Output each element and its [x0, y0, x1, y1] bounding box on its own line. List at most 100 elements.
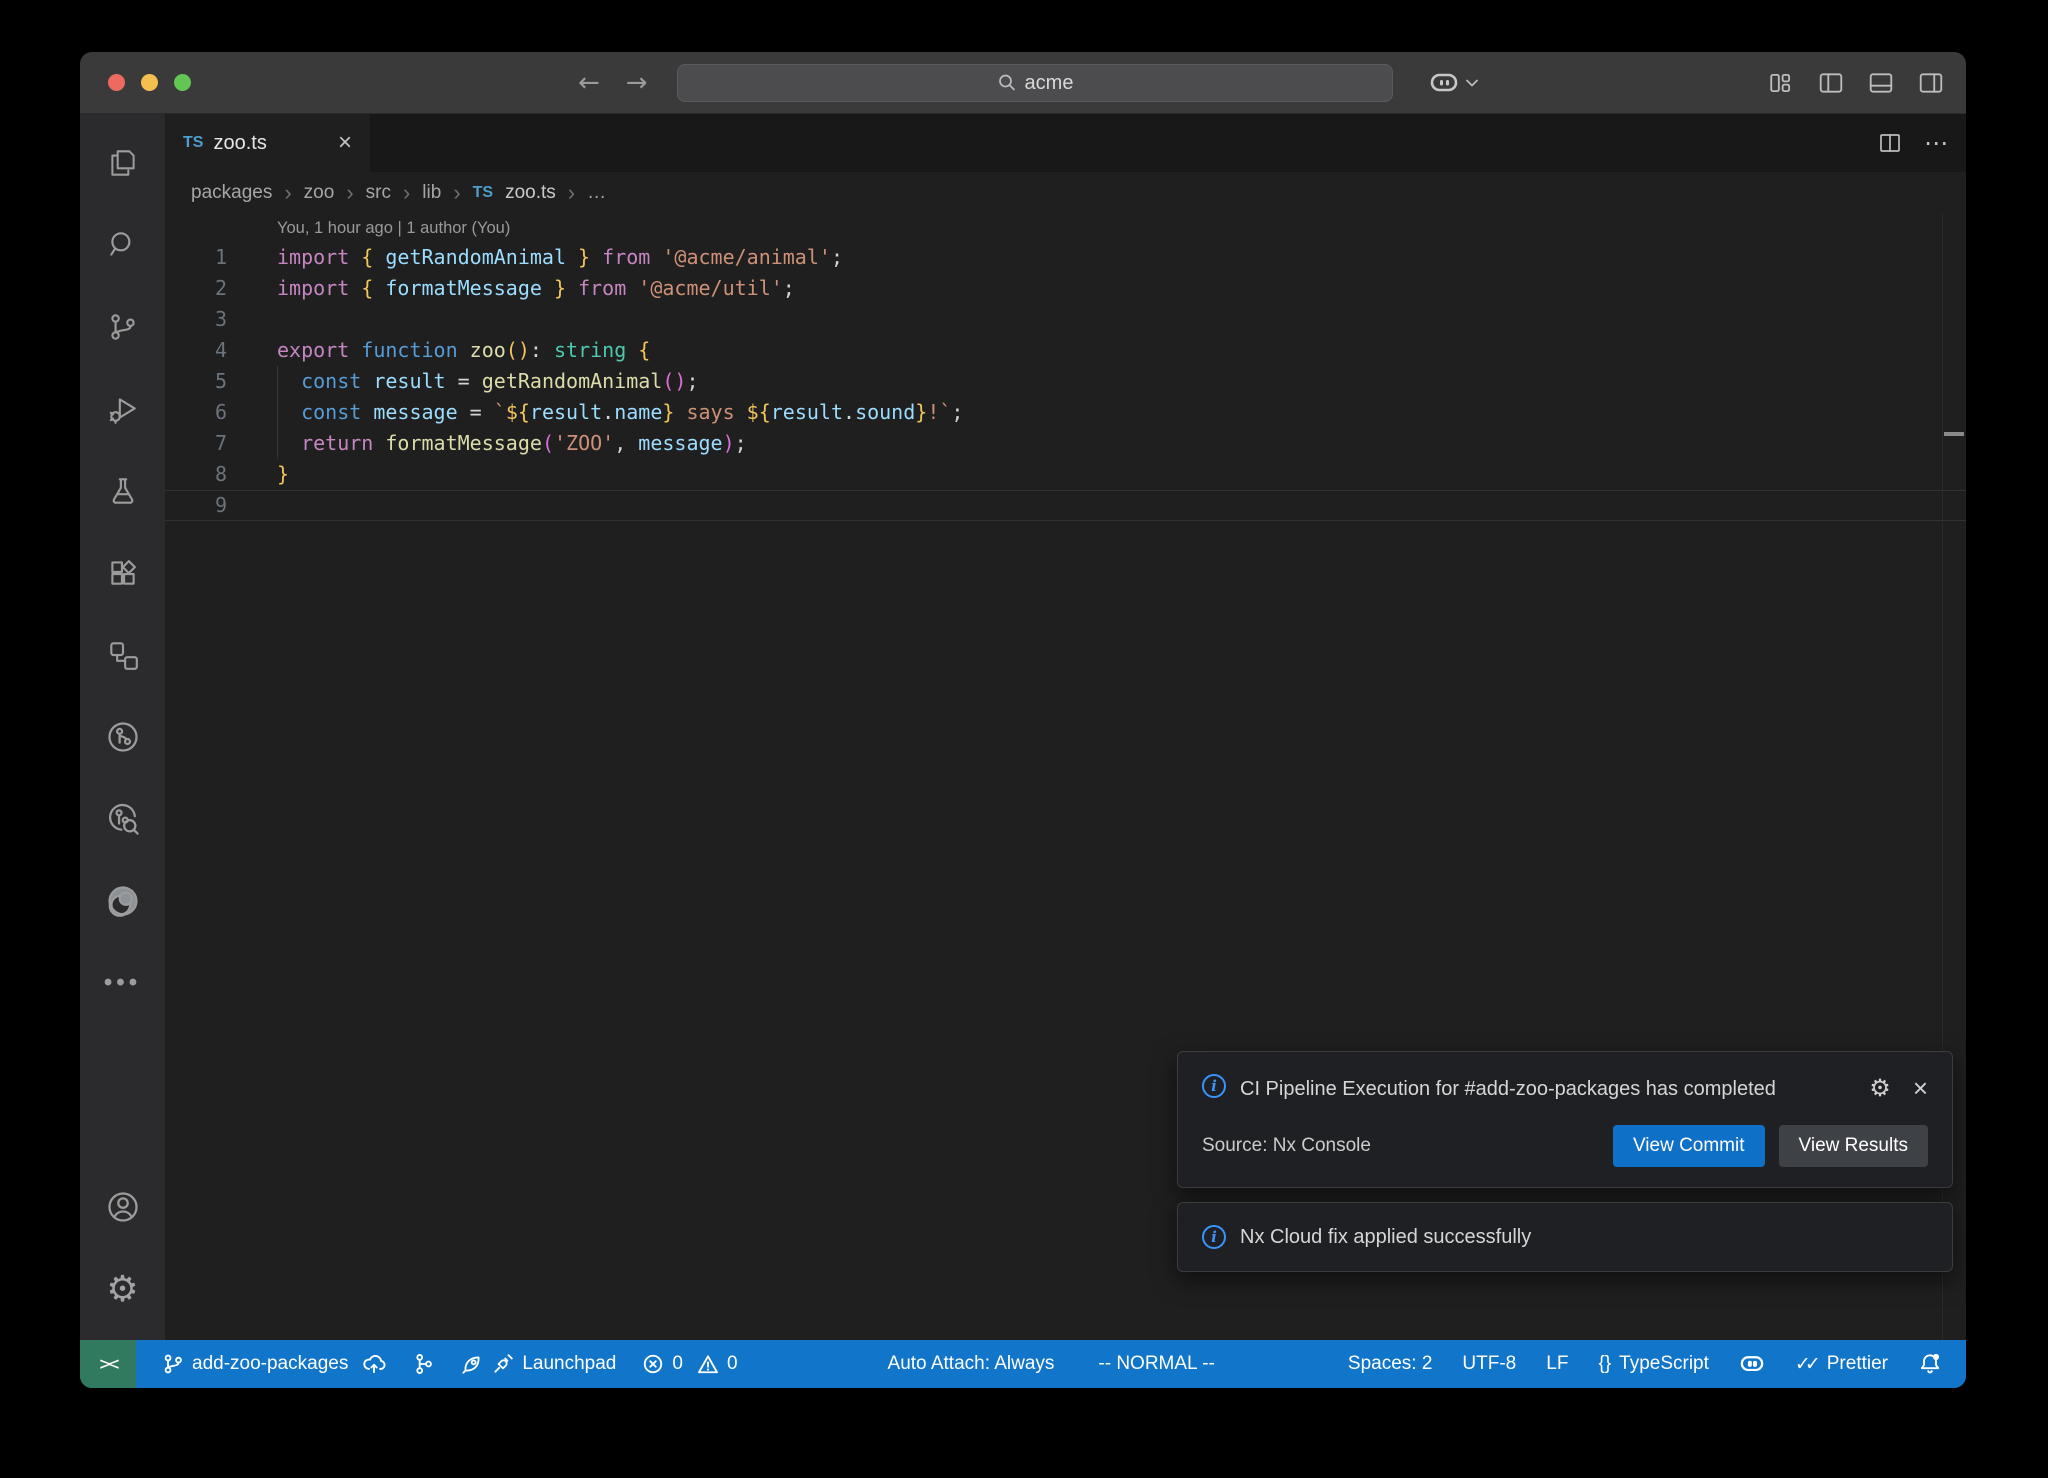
code-line[interactable]: 6 const message = `${result.name} says $… [165, 397, 1966, 428]
breadcrumb-item[interactable]: src [366, 182, 391, 204]
back-icon[interactable]: ← [578, 68, 600, 98]
code-line[interactable]: 5 const result = getRandomAnimal(); [165, 366, 1966, 397]
codelens-blame[interactable]: You, 1 hour ago | 1 author (You) [277, 214, 1966, 242]
sidebar-item-settings[interactable]: ⚙ [80, 1248, 165, 1330]
line-number: 6 [165, 397, 227, 428]
minimize-window-button[interactable] [141, 74, 158, 91]
sidebar-item-source-control[interactable] [80, 286, 165, 368]
sidebar-item-accounts[interactable] [80, 1166, 165, 1248]
sidebar-item-search[interactable] [80, 204, 165, 286]
line-number: 8 [165, 459, 227, 490]
breadcrumb-item[interactable]: packages [191, 182, 272, 204]
zoom-window-button[interactable] [174, 74, 191, 91]
editor-more-actions-icon[interactable]: ⋯ [1924, 129, 1948, 157]
formatter-label: Prettier [1827, 1353, 1888, 1375]
breadcrumb-item[interactable]: zoo [304, 182, 335, 204]
formatter-item[interactable]: ✓✓ Prettier [1795, 1353, 1888, 1375]
notification-stack: i CI Pipeline Execution for #add-zoo-pac… [1177, 1051, 1953, 1272]
warning-count: 0 [727, 1353, 738, 1375]
status-bar: >< add-zoo-packages [80, 1340, 1966, 1388]
vim-mode-item[interactable]: -- NORMAL -- [1098, 1353, 1214, 1375]
forward-icon[interactable]: → [626, 68, 648, 98]
activity-bar: ••• ⚙ [80, 114, 165, 1340]
code-line[interactable]: 9 [165, 490, 1966, 521]
notification-source: Source: Nx Console [1202, 1135, 1371, 1157]
notification-dot [1933, 1354, 1939, 1360]
sidebar-item-extensions[interactable] [80, 532, 165, 614]
pipeline-status-item[interactable] [412, 1353, 434, 1375]
breadcrumb-item[interactable]: lib [422, 182, 441, 204]
remote-indicator[interactable]: >< [80, 1340, 136, 1388]
double-check-icon: ✓✓ [1795, 1353, 1819, 1375]
sidebar-item-nx-cloud-fixes[interactable] [80, 778, 165, 860]
command-center-search[interactable]: acme [677, 64, 1393, 102]
testing-beaker-icon [106, 474, 140, 508]
code-text: export function zoo(): string { [277, 335, 650, 366]
code-text: const message = `${result.name} says ${r… [277, 397, 963, 428]
line-number: 5 [165, 366, 227, 397]
code-line[interactable]: 7 return formatMessage('ZOO', message); [165, 428, 1966, 459]
sidebar-item-edge-browser[interactable] [80, 860, 165, 942]
copilot-status-item[interactable] [1739, 1353, 1765, 1375]
project-graph-icon [106, 638, 140, 672]
indentation-item[interactable]: Spaces: 2 [1348, 1353, 1433, 1375]
code-text: import { getRandomAnimal } from '@acme/a… [277, 242, 843, 273]
close-window-button[interactable] [108, 74, 125, 91]
screenshot-stage: ← → acme [0, 0, 2048, 1478]
sidebar-item-testing[interactable] [80, 450, 165, 532]
titlebar: ← → acme [80, 52, 1966, 114]
breadcrumb-separator: › [453, 180, 460, 206]
toggle-sidebar-left-icon[interactable] [1818, 71, 1844, 95]
breadcrumb-overflow[interactable]: … [587, 182, 606, 204]
code-line[interactable]: 2import { formatMessage } from '@acme/ut… [165, 273, 1966, 304]
sidebar-item-run-debug[interactable] [80, 368, 165, 450]
close-tab-icon[interactable]: × [338, 131, 352, 155]
copilot-menu[interactable] [1429, 52, 1479, 114]
sidebar-item-additional-views[interactable]: ••• [80, 942, 165, 1024]
breadcrumb-separator: › [346, 180, 353, 206]
customize-layout-icon[interactable] [1768, 71, 1794, 95]
vscode-window: ← → acme [80, 52, 1966, 1388]
chevron-down-icon [1465, 78, 1479, 88]
view-commit-button[interactable]: View Commit [1613, 1125, 1765, 1167]
view-results-button[interactable]: View Results [1779, 1125, 1928, 1167]
line-number: 1 [165, 242, 227, 273]
rocket-icon [460, 1352, 484, 1376]
overview-ruler-mark [1944, 432, 1964, 436]
error-icon [642, 1353, 664, 1375]
typescript-file-icon: TS [183, 134, 203, 152]
toggle-sidebar-right-icon[interactable] [1918, 71, 1944, 95]
notification-close-icon[interactable]: × [1913, 1075, 1928, 1101]
code-line[interactable]: 8} [165, 459, 1966, 490]
split-editor-icon[interactable] [1878, 131, 1902, 155]
launchpad-item[interactable]: Launchpad [460, 1352, 616, 1376]
traffic-lights [108, 74, 191, 91]
encoding-label: UTF-8 [1462, 1353, 1516, 1375]
notifications-bell-item[interactable] [1918, 1352, 1942, 1376]
eol-item[interactable]: LF [1546, 1353, 1568, 1375]
notification-settings-gear-icon[interactable]: ⚙ [1869, 1074, 1891, 1102]
problems-item[interactable]: 0 0 [642, 1353, 737, 1375]
search-value: acme [1025, 72, 1074, 95]
sidebar-item-nx-cloud[interactable] [80, 696, 165, 778]
line-number: 7 [165, 428, 227, 459]
sidebar-item-explorer[interactable] [80, 122, 165, 204]
auto-attach-item[interactable]: Auto Attach: Always [888, 1353, 1055, 1375]
bell-icon [1918, 1352, 1942, 1376]
run-debug-icon [106, 392, 140, 426]
tab-zoo-ts[interactable]: TS zoo.ts × [165, 114, 370, 172]
search-icon [997, 73, 1017, 93]
code-lines: 1 import { getRandomAnimal } from '@acme/… [165, 242, 1966, 521]
encoding-item[interactable]: UTF-8 [1462, 1353, 1516, 1375]
typescript-file-icon: TS [473, 184, 493, 202]
code-line[interactable]: 1 import { getRandomAnimal } from '@acme/… [165, 242, 1966, 273]
line-number: 3 [165, 304, 227, 335]
toggle-panel-icon[interactable] [1868, 71, 1894, 95]
git-branch-item[interactable]: add-zoo-packages [162, 1353, 386, 1375]
code-line[interactable]: 3 [165, 304, 1966, 335]
breadcrumb-file[interactable]: zoo.ts [505, 182, 556, 204]
spaces-label: Spaces: 2 [1348, 1353, 1433, 1375]
code-line[interactable]: 4export function zoo(): string { [165, 335, 1966, 366]
sidebar-item-nx-console[interactable] [80, 614, 165, 696]
language-mode-item[interactable]: {} TypeScript [1598, 1353, 1708, 1375]
